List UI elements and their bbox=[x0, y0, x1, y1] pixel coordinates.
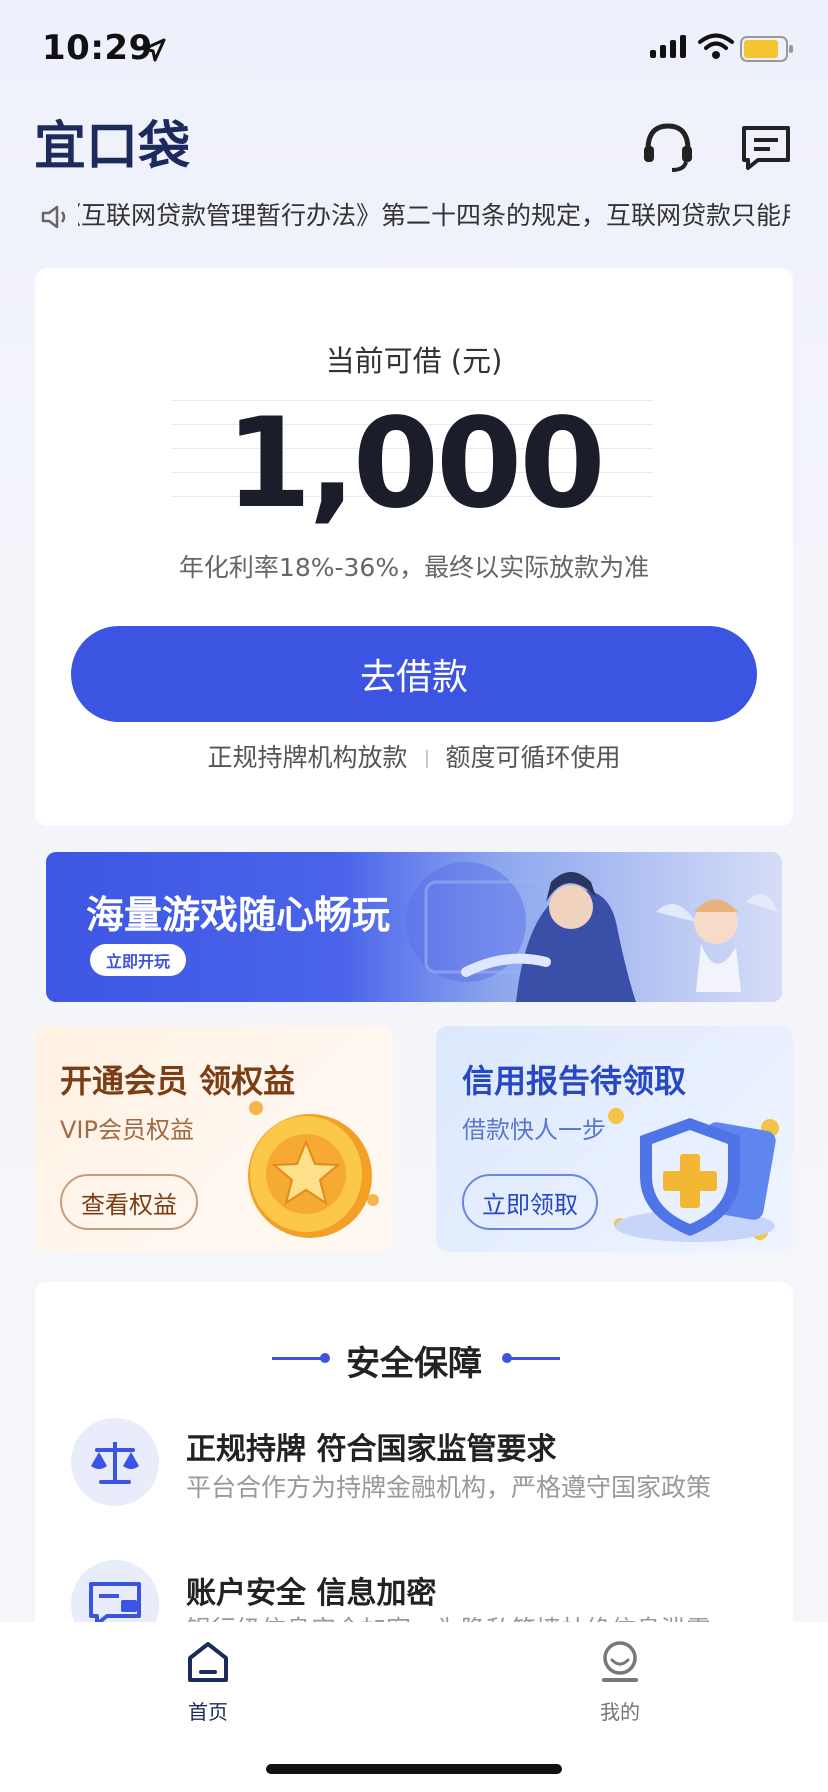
security-item-title: 账户安全 信息加密 bbox=[186, 1576, 437, 1611]
play-now-button[interactable]: 立即开玩 bbox=[90, 944, 186, 976]
vip-title: 开通会员 领权益 bbox=[60, 1062, 296, 1100]
game-characters-illustration bbox=[406, 862, 778, 1002]
security-item-desc: 平台合作方为持牌金融机构，严格遵守国家政策 bbox=[186, 1473, 712, 1502]
credit-subtitle: 借款快人一步 bbox=[462, 1116, 606, 1144]
speaker-icon bbox=[41, 205, 66, 229]
vip-subtitle: VIP会员权益 bbox=[60, 1116, 194, 1144]
wifi-icon bbox=[698, 33, 734, 59]
message-icon[interactable] bbox=[740, 124, 792, 172]
feature-licensed: 正规持牌机构放款 bbox=[207, 743, 408, 772]
tab-home-label: 首页 bbox=[188, 1700, 228, 1724]
battery-icon bbox=[740, 36, 793, 62]
star-coin-icon bbox=[248, 1101, 379, 1238]
scale-icon bbox=[91, 1442, 139, 1484]
view-benefits-button[interactable]: 查看权益 bbox=[60, 1174, 198, 1230]
available-label: 当前可借 (元) bbox=[325, 344, 503, 378]
app-logo: 宜口袋 bbox=[34, 117, 190, 176]
home-indicator[interactable] bbox=[266, 1764, 562, 1774]
tab-mine-label: 我的 bbox=[600, 1700, 640, 1724]
tab-mine[interactable]: 我的 bbox=[570, 1636, 670, 1724]
loan-features: 正规持牌机构放款 额度可循环使用 bbox=[0, 740, 828, 776]
cellular-signal-icon bbox=[650, 35, 686, 58]
feature-divider bbox=[425, 750, 428, 768]
customer-service-icon[interactable] bbox=[640, 120, 696, 172]
svg-text:宜口袋: 宜口袋 bbox=[34, 117, 190, 176]
feature-revolving: 额度可循环使用 bbox=[445, 743, 621, 772]
borrow-button[interactable]: 去借款 bbox=[71, 626, 757, 722]
profile-icon bbox=[602, 1641, 638, 1682]
location-arrow-icon bbox=[142, 38, 166, 62]
game-banner-title: 海量游戏随心畅玩 bbox=[86, 893, 391, 937]
security-item-title: 正规持牌 符合国家监管要求 bbox=[186, 1432, 557, 1467]
claim-now-button[interactable]: 立即领取 bbox=[462, 1174, 598, 1230]
notice-marquee[interactable]: 《互联网贷款管理暂行办法》第二十四条的规定，互联网贷款只能用于消费 bbox=[78, 196, 790, 240]
home-icon bbox=[188, 1642, 228, 1682]
security-title: 安全保障 bbox=[346, 1344, 482, 1384]
status-time: 10:29 bbox=[42, 28, 153, 68]
interest-rate-text: 年化利率18%-36%，最终以实际放款为准 bbox=[178, 553, 650, 582]
notice-text: 《互联网贷款管理暂行办法》第二十四条的规定，互联网贷款只能用于消费 bbox=[78, 201, 790, 230]
shield-icon bbox=[608, 1108, 779, 1242]
scale-icon-bg bbox=[71, 1418, 159, 1506]
available-amount: 1,000 bbox=[225, 392, 605, 536]
tab-home[interactable]: 首页 bbox=[158, 1636, 258, 1724]
